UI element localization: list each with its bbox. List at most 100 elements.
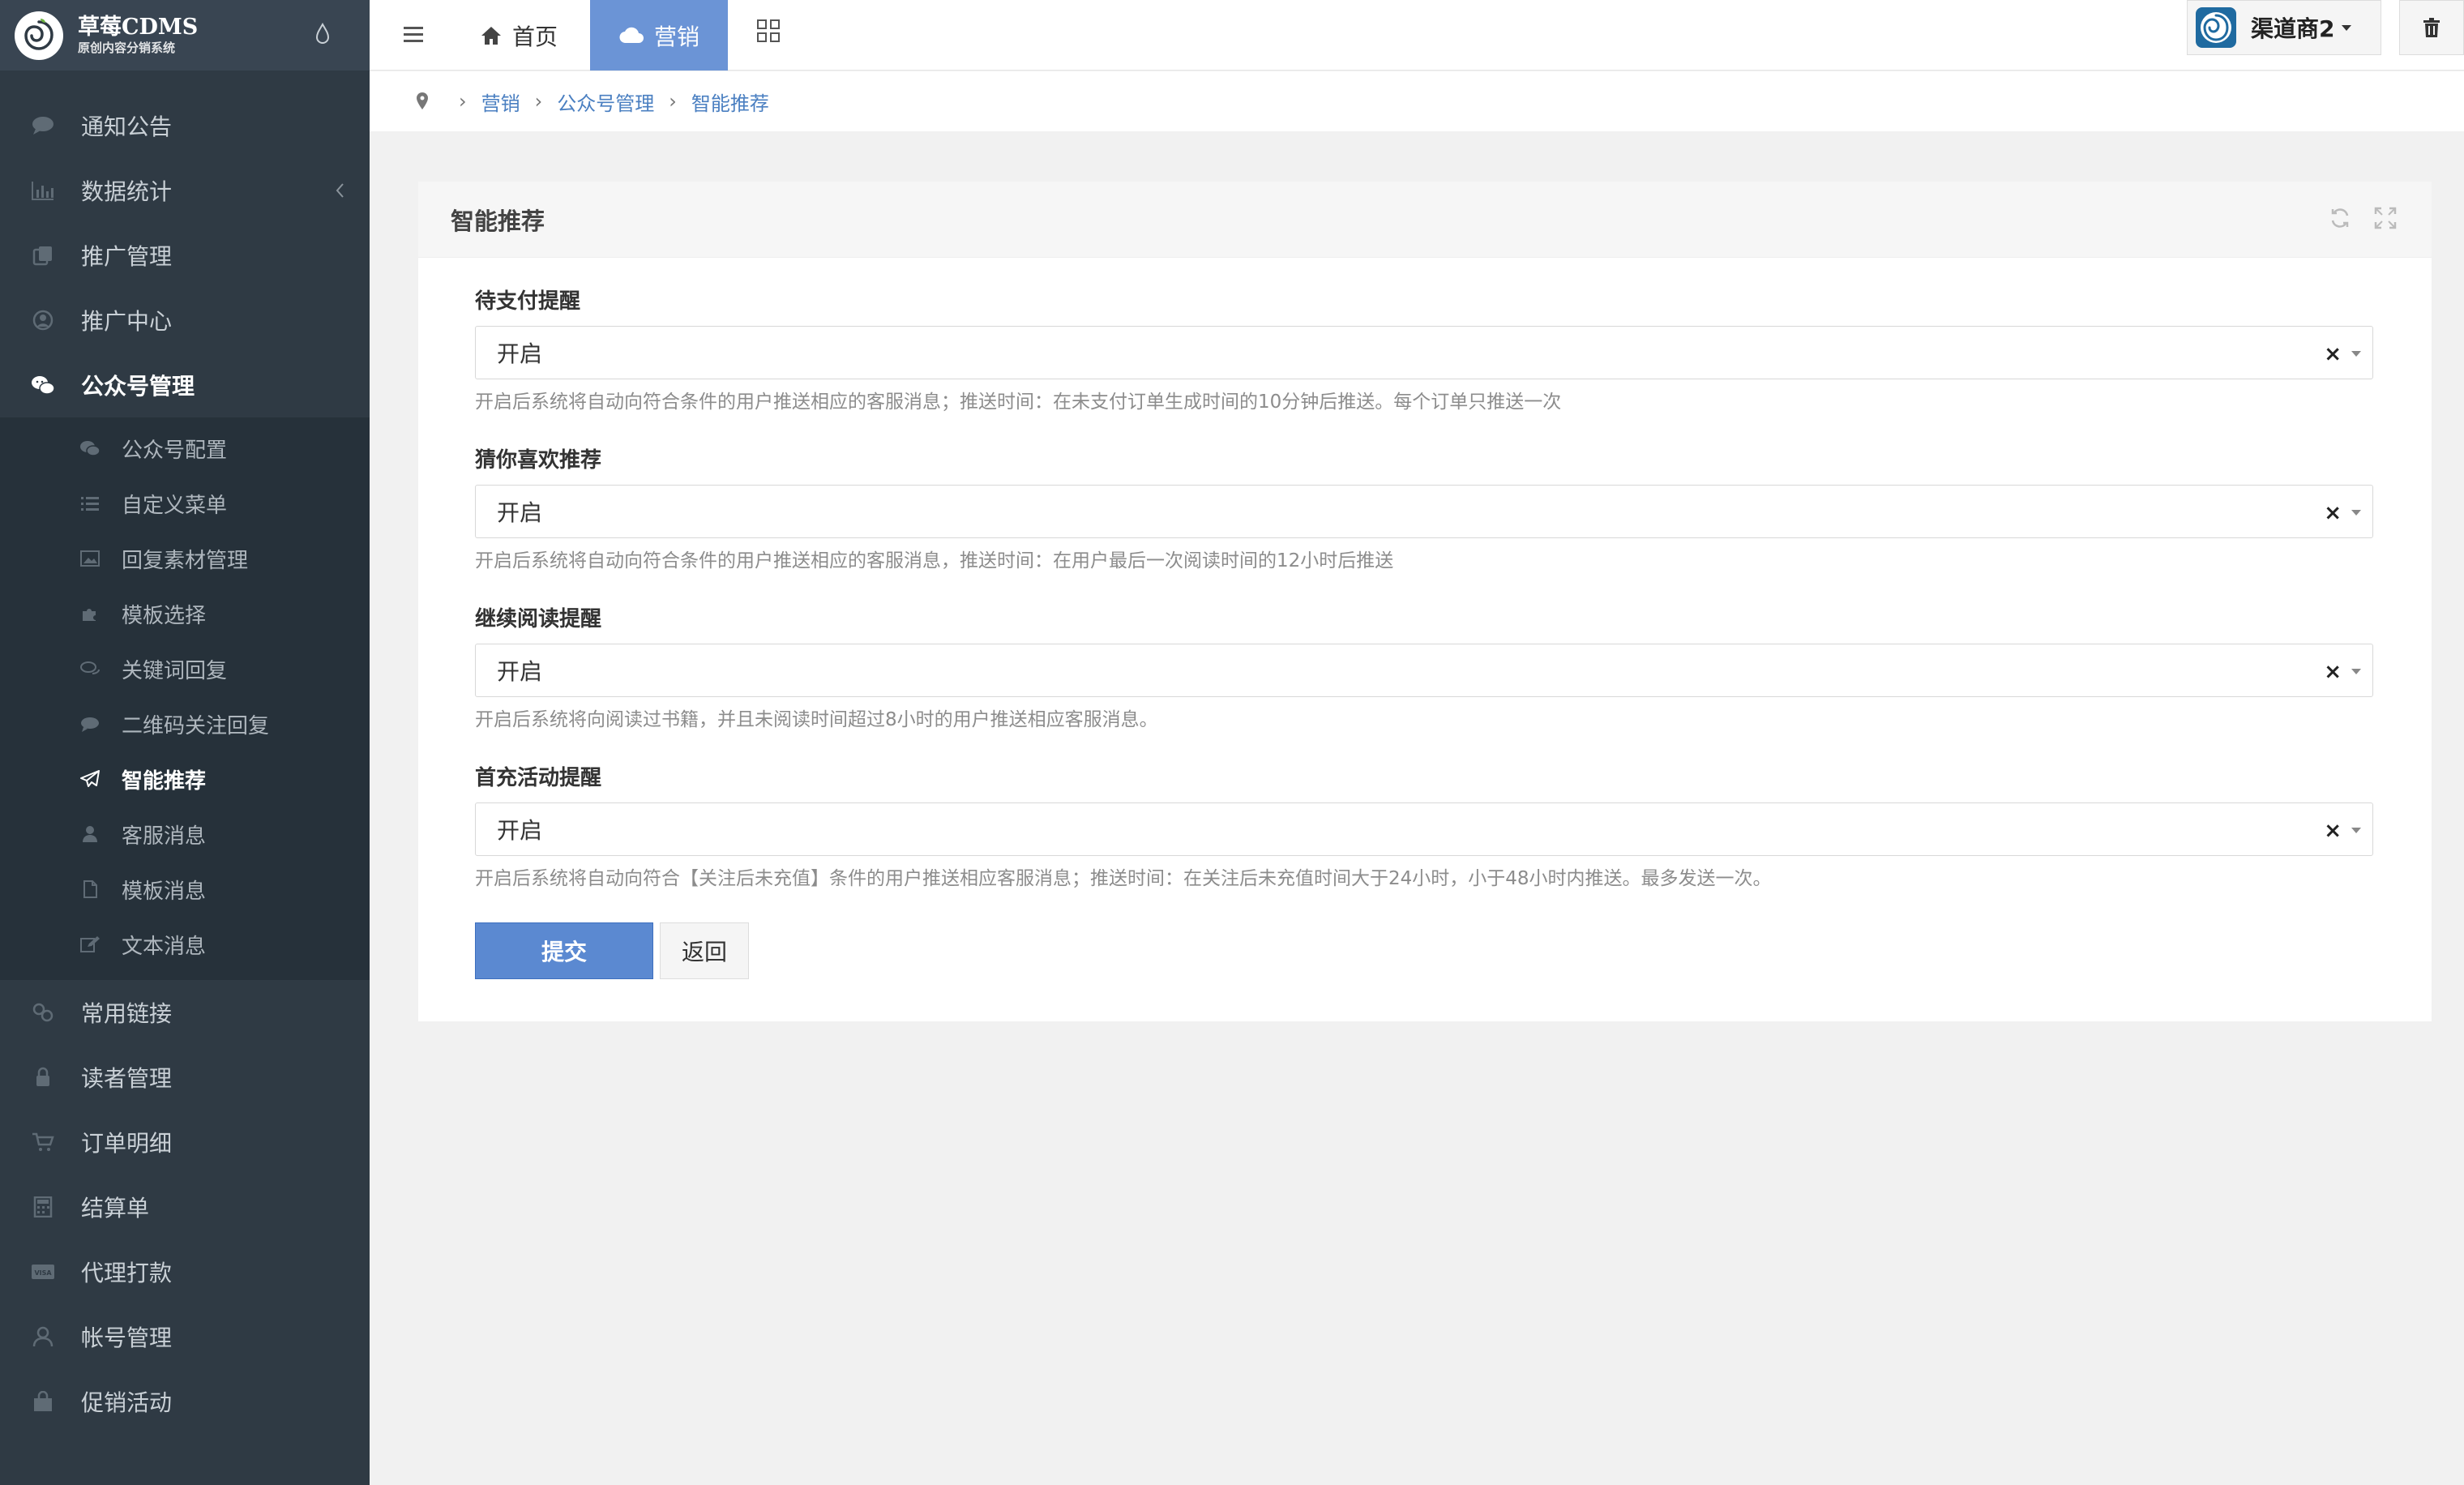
field-first-recharge: 首充活动提醒 开启 × 开启后系统将自动向符合【关注后未充值】条件的用户推送相应… [475, 764, 2373, 892]
brand-header: 草莓CDMS 原创内容分销系统 [0, 0, 370, 71]
sub-item-qrcode-reply[interactable]: 二维码关注回复 [0, 696, 370, 751]
copy-icon [29, 243, 57, 267]
caret-down-icon [2351, 351, 2361, 357]
first-recharge-select[interactable]: 开启 × [475, 802, 2373, 856]
continue-reading-select[interactable]: 开启 × [475, 644, 2373, 697]
sidebar-item-settlement[interactable]: 结算单 [0, 1175, 370, 1239]
chevron-right-icon: › [534, 90, 543, 113]
sidebar-item-wechat[interactable]: 公众号管理 [0, 353, 370, 417]
file-icon [78, 879, 102, 900]
field-guess-you-like: 猜你喜欢推荐 开启 × 开启后系统将自动向符合条件的用户推送相应的客服消息，推送… [475, 446, 2373, 574]
sub-item-label: 模板选择 [122, 603, 207, 628]
sidebar-item-label: 公众号管理 [81, 373, 195, 400]
help-text: 开启后系统将向阅读过书籍，并且未阅读时间超过8小时的用户推送相应客服消息。 [475, 709, 1158, 730]
brand-logo-icon[interactable] [15, 11, 63, 60]
sidebar: 草莓CDMS 原创内容分销系统 通知公告 数据统计 推广管理 推广中心 公众号管… [0, 0, 370, 1485]
sidebar-item-label: 促销活动 [81, 1389, 173, 1416]
clear-icon[interactable]: × [2324, 501, 2342, 525]
smart-recommend-panel: 智能推荐 待支付提醒 开启 × 开启后系统将自动向符合条件的用户推送相应的客服消… [418, 182, 2432, 1021]
edit-icon [78, 934, 102, 955]
sidebar-item-label: 推广中心 [81, 308, 173, 335]
tab-home[interactable]: 首页 [480, 0, 558, 71]
chevron-right-icon: › [459, 90, 467, 113]
field-label: 继续阅读提醒 [475, 607, 602, 631]
fullscreen-icon[interactable] [2373, 206, 2398, 230]
sidebar-item-accounts[interactable]: 帐号管理 [0, 1304, 370, 1369]
puzzle-icon [78, 603, 102, 624]
sub-item-label: 回复素材管理 [122, 548, 249, 573]
tab-marketing[interactable]: 营销 [590, 0, 728, 71]
clear-icon[interactable]: × [2324, 342, 2342, 366]
sidebar-item-promo-activity[interactable]: 促销活动 [0, 1369, 370, 1434]
caret-down-icon [2351, 510, 2361, 516]
sub-item-smart-recommend[interactable]: 智能推荐 [0, 751, 370, 807]
sub-item-keyword-reply[interactable]: 关键词回复 [0, 641, 370, 696]
home-icon [481, 26, 501, 45]
brand-name: 草莓CDMS [78, 15, 199, 41]
sidebar-item-stats[interactable]: 数据统计 [0, 158, 370, 223]
link-icon [29, 1000, 57, 1025]
refresh-icon[interactable] [2328, 206, 2352, 230]
form-actions: 提交 返回 [475, 922, 2373, 979]
comments-icon [78, 658, 102, 679]
chevron-left-icon [336, 183, 344, 198]
sidebar-item-label: 通知公告 [81, 113, 173, 140]
sub-item-label: 自定义菜单 [122, 493, 228, 518]
sidebar-item-label: 推广管理 [81, 243, 173, 270]
water-drop-icon[interactable] [314, 23, 331, 45]
sub-item-template-select[interactable]: 模板选择 [0, 586, 370, 641]
sidebar-item-payout[interactable]: VISA 代理打款 [0, 1239, 370, 1304]
wechat-icon [78, 438, 102, 459]
sub-item-label: 智能推荐 [122, 768, 207, 794]
user-badge-icon [29, 308, 57, 332]
sidebar-item-notice[interactable]: 通知公告 [0, 93, 370, 158]
caret-down-icon [2351, 828, 2361, 833]
sidebar-item-promo-center[interactable]: 推广中心 [0, 288, 370, 353]
trash-icon [2423, 18, 2440, 37]
breadcrumb-item[interactable]: 营销 [481, 88, 520, 116]
hamburger-menu-icon[interactable] [400, 21, 428, 49]
sidebar-item-orders[interactable]: 订单明细 [0, 1110, 370, 1175]
user-menu[interactable]: 渠道商2 [2187, 0, 2381, 55]
apps-grid-icon[interactable] [755, 18, 781, 44]
submit-button[interactable]: 提交 [475, 922, 653, 979]
sidebar-item-promotion[interactable]: 推广管理 [0, 223, 370, 288]
paper-plane-icon [78, 768, 102, 790]
clear-icon[interactable]: × [2324, 819, 2342, 843]
map-marker-icon [417, 92, 428, 109]
sub-item-wechat-config[interactable]: 公众号配置 [0, 421, 370, 476]
visa-icon: VISA [29, 1260, 57, 1284]
breadcrumb-item[interactable]: 智能推荐 [691, 88, 769, 116]
top-bar: 首页 营销 渠道商2 [370, 0, 2464, 71]
select-value: 开启 [497, 658, 543, 685]
comment-icon [29, 113, 57, 138]
sub-item-custom-menu[interactable]: 自定义菜单 [0, 476, 370, 531]
breadcrumb-item[interactable]: 公众号管理 [557, 88, 654, 116]
sidebar-item-links[interactable]: 常用链接 [0, 980, 370, 1045]
guess-you-like-select[interactable]: 开启 × [475, 485, 2373, 538]
trash-button[interactable] [2399, 0, 2464, 55]
sidebar-item-label: 常用链接 [81, 1000, 173, 1027]
clear-icon[interactable]: × [2324, 660, 2342, 684]
sub-item-reply-material[interactable]: 回复素材管理 [0, 531, 370, 586]
sub-item-text-message[interactable]: 文本消息 [0, 917, 370, 972]
field-label: 猜你喜欢推荐 [475, 448, 602, 473]
sidebar-item-label: 结算单 [81, 1195, 150, 1222]
sub-item-label: 二维码关注回复 [122, 713, 270, 738]
select-value: 开启 [497, 499, 543, 526]
back-button[interactable]: 返回 [660, 922, 749, 979]
caret-down-icon [2351, 669, 2361, 674]
tab-home-label: 首页 [512, 23, 558, 50]
pending-payment-select[interactable]: 开启 × [475, 326, 2373, 379]
sub-item-template-message[interactable]: 模板消息 [0, 862, 370, 917]
sidebar-item-label: 代理打款 [81, 1260, 173, 1286]
sub-item-cs-message[interactable]: 客服消息 [0, 807, 370, 862]
sidebar-item-label: 数据统计 [81, 178, 173, 205]
calculator-icon [29, 1195, 57, 1219]
help-text: 开启后系统将自动向符合【关注后未充值】条件的用户推送相应客服消息；推送时间：在关… [475, 868, 1772, 889]
sub-item-label: 文本消息 [122, 934, 207, 959]
sidebar-item-label: 读者管理 [81, 1065, 173, 1092]
cart-icon [29, 1130, 57, 1154]
sidebar-item-readers[interactable]: 读者管理 [0, 1045, 370, 1110]
wechat-icon [29, 373, 57, 397]
